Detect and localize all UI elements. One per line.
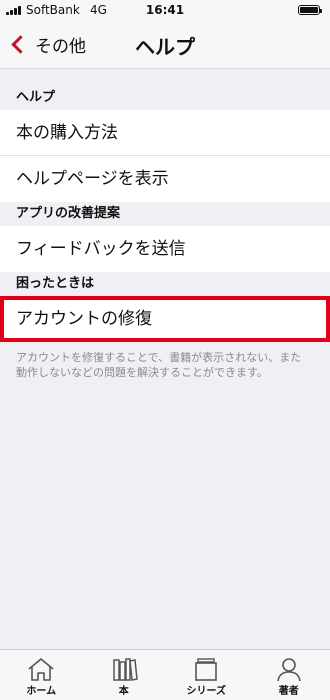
description-line-2: 動作しないなどの問題を解決することができます。: [16, 366, 268, 379]
send-feedback-row[interactable]: フィードバックを送信: [0, 226, 330, 272]
series-stack-icon: [195, 658, 218, 681]
page-title: ヘルプ: [135, 35, 195, 59]
how-to-buy-books-row[interactable]: 本の購入方法: [0, 110, 330, 156]
home-icon: [28, 658, 54, 681]
tab-bar: ホーム 本 シリーズ 著者: [0, 649, 330, 700]
person-icon: [276, 658, 301, 682]
section-header-help: ヘルプ: [0, 86, 330, 110]
tab-authors-label: 著者: [278, 686, 299, 697]
description-line-1: アカウントを修復することで、書籍が表示されない、また: [16, 351, 302, 364]
status-bar: SoftBank 4G 16:41: [0, 0, 330, 20]
battery-icon: [298, 5, 322, 15]
status-time: 16:41: [145, 3, 185, 17]
tab-home[interactable]: ホーム: [0, 650, 83, 700]
tab-home-label: ホーム: [26, 686, 57, 697]
tab-books-label: 本: [118, 686, 129, 697]
repair-account-row[interactable]: アカウントの修復: [0, 296, 330, 342]
tab-series[interactable]: シリーズ: [165, 650, 248, 700]
navigation-bar: その他 ヘルプ: [0, 20, 330, 69]
tab-series-label: シリーズ: [186, 686, 227, 697]
section-header-app-improvement: アプリの改善提案: [0, 202, 330, 226]
bookshelf-icon: [113, 658, 138, 681]
tab-books[interactable]: 本: [83, 650, 166, 700]
show-help-page-row[interactable]: ヘルプページを表示: [0, 156, 330, 202]
repair-account-description: アカウントを修復することで、書籍が表示されない、また 動作しないなどの問題を解決…: [0, 342, 330, 380]
section-header-troubleshooting: 困ったときは: [0, 272, 330, 296]
help-list: ヘルプ 本の購入方法 ヘルプページを表示 アプリの改善提案 フィードバックを送信…: [0, 86, 330, 380]
tab-authors[interactable]: 著者: [248, 650, 330, 700]
